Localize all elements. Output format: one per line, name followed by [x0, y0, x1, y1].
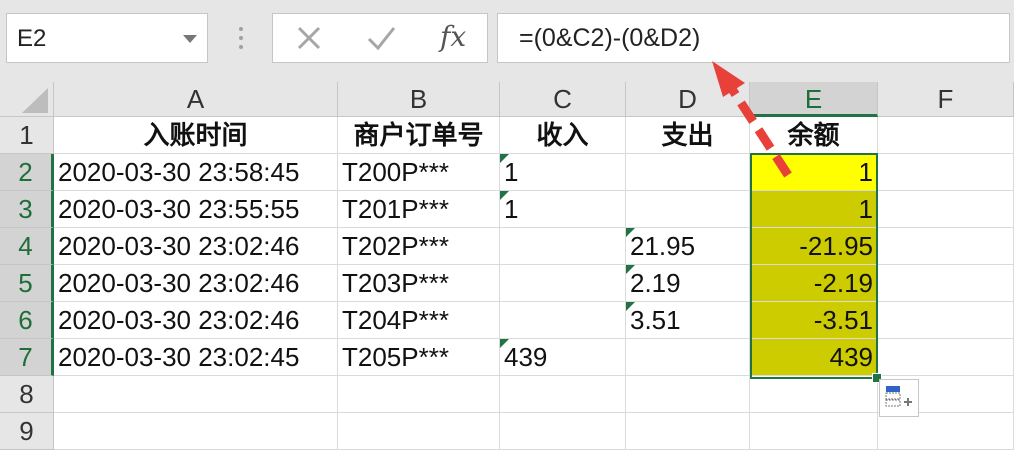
text-number-indicator [500, 339, 509, 348]
cell-e2[interactable]: 1 [750, 154, 878, 191]
cell-c6[interactable] [500, 302, 626, 339]
cell-b4[interactable]: T202P*** [338, 228, 500, 265]
close-icon [297, 26, 321, 50]
column-header-d[interactable]: D [626, 82, 750, 117]
cell-a6[interactable]: 2020-03-30 23:02:46 [54, 302, 338, 339]
cell-e5[interactable]: -2.19 [750, 265, 878, 302]
cell-d9[interactable] [626, 413, 750, 450]
cell-d4[interactable]: 21.95 [626, 228, 750, 265]
cell-a2[interactable]: 2020-03-30 23:58:45 [54, 154, 338, 191]
cell-c1[interactable]: 收入 [500, 117, 626, 154]
cell-e9[interactable] [750, 413, 878, 450]
fx-icon: fx [440, 20, 467, 53]
select-all-button[interactable] [0, 82, 54, 117]
cell-f1[interactable] [878, 117, 1014, 154]
cell-a5[interactable]: 2020-03-30 23:02:46 [54, 265, 338, 302]
cell-d3[interactable] [626, 191, 750, 228]
formula-text: =(0&C2)-(0&D2) [519, 24, 701, 52]
cell-a4[interactable]: 2020-03-30 23:02:46 [54, 228, 338, 265]
cell-c8[interactable] [500, 376, 626, 413]
cell-e4[interactable]: -21.95 [750, 228, 878, 265]
enter-button[interactable] [351, 14, 411, 62]
text-number-indicator [626, 265, 635, 274]
row-header-7[interactable]: 7 [0, 339, 54, 376]
cell-f4[interactable] [878, 228, 1014, 265]
select-all-triangle-icon [22, 88, 48, 113]
row-header-6[interactable]: 6 [0, 302, 54, 339]
insert-function-button[interactable]: fx [423, 14, 483, 62]
cell-f7[interactable] [878, 339, 1014, 376]
cell-f9[interactable] [878, 413, 1014, 450]
cell-c2[interactable]: 1 [500, 154, 626, 191]
row-header-1[interactable]: 1 [0, 117, 54, 154]
row-header-5[interactable]: 5 [0, 265, 54, 302]
cell-c7[interactable]: 439 [500, 339, 626, 376]
row-header-2[interactable]: 2 [0, 154, 54, 191]
cell-d1[interactable]: 支出 [626, 117, 750, 154]
cell-f3[interactable] [878, 191, 1014, 228]
cell-b3[interactable]: T201P*** [338, 191, 500, 228]
cell-a8[interactable] [54, 376, 338, 413]
formula-bar-area: E2 fx =(0&C2)-(0&D2) [0, 0, 1014, 82]
cell-d5[interactable]: 2.19 [626, 265, 750, 302]
row-header-8[interactable]: 8 [0, 376, 54, 413]
formula-input[interactable]: =(0&C2)-(0&D2) [497, 13, 1010, 63]
cell-a1[interactable]: 入账时间 [54, 117, 338, 154]
cell-value: 3.51 [630, 305, 681, 335]
cell-b8[interactable] [338, 376, 500, 413]
cell-c9[interactable] [500, 413, 626, 450]
quick-analysis-icon [885, 386, 912, 407]
name-box[interactable]: E2 [6, 13, 208, 63]
cell-e3[interactable]: 1 [750, 191, 878, 228]
cell-b9[interactable] [338, 413, 500, 450]
row-header-3[interactable]: 3 [0, 191, 54, 228]
column-header-c[interactable]: C [500, 82, 626, 117]
chevron-down-icon[interactable] [183, 35, 197, 43]
cell-a7[interactable]: 2020-03-30 23:02:45 [54, 339, 338, 376]
column-header-f[interactable]: F [878, 82, 1014, 117]
cancel-button[interactable] [279, 14, 339, 62]
cell-d2[interactable] [626, 154, 750, 191]
cell-d8[interactable] [626, 376, 750, 413]
cell-b5[interactable]: T203P*** [338, 265, 500, 302]
column-header-e[interactable]: E [750, 82, 878, 117]
cell-e1[interactable]: 余额 [750, 117, 878, 154]
cell-c3[interactable]: 1 [500, 191, 626, 228]
quick-analysis-button[interactable] [879, 379, 919, 417]
cell-c4[interactable] [500, 228, 626, 265]
column-header-b[interactable]: B [338, 82, 500, 117]
cell-b7[interactable]: T205P*** [338, 339, 500, 376]
cell-b6[interactable]: T204P*** [338, 302, 500, 339]
cell-e8[interactable] [750, 376, 878, 413]
column-header-a[interactable]: A [54, 82, 338, 117]
formula-buttons: fx [272, 13, 488, 63]
cell-f2[interactable] [878, 154, 1014, 191]
text-number-indicator [500, 154, 509, 163]
cell-value: 2.19 [630, 268, 681, 298]
cell-b2[interactable]: T200P*** [338, 154, 500, 191]
text-number-indicator [626, 228, 635, 237]
cell-value: 439 [504, 342, 548, 372]
cell-e6[interactable]: -3.51 [750, 302, 878, 339]
text-number-indicator [626, 302, 635, 311]
vertical-dots-icon[interactable] [238, 27, 244, 53]
cell-d7[interactable] [626, 339, 750, 376]
cell-c5[interactable] [500, 265, 626, 302]
cell-b1[interactable]: 商户订单号 [338, 117, 500, 154]
cell-f6[interactable] [878, 302, 1014, 339]
cell-value: 21.95 [630, 231, 696, 261]
text-number-indicator [500, 191, 509, 200]
name-box-value: E2 [17, 25, 47, 52]
check-icon [367, 27, 396, 51]
spreadsheet-grid: A B C D E F 1 2 3 4 5 6 7 8 9 入账时间 商户订单号… [0, 82, 1014, 450]
cell-f5[interactable] [878, 265, 1014, 302]
cell-a3[interactable]: 2020-03-30 23:55:55 [54, 191, 338, 228]
cell-d6[interactable]: 3.51 [626, 302, 750, 339]
row-header-9[interactable]: 9 [0, 413, 54, 450]
row-header-4[interactable]: 4 [0, 228, 54, 265]
cell-e7[interactable]: 439 [750, 339, 878, 376]
cell-a9[interactable] [54, 413, 338, 450]
